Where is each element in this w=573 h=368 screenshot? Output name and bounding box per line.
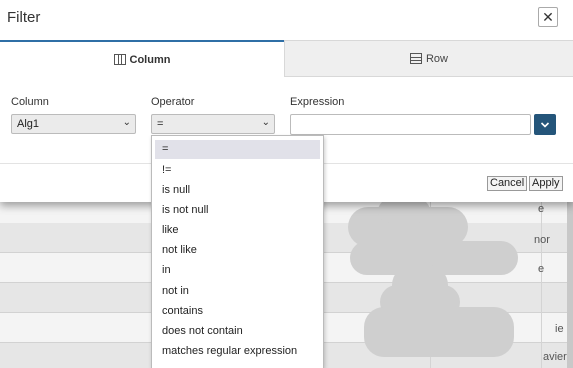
operator-dropdown-list: = != is null is not null like not like i… xyxy=(151,135,324,368)
operator-option-not-like[interactable]: not like xyxy=(155,241,320,260)
operator-option-not-in[interactable]: not in xyxy=(155,282,320,301)
close-icon: ✕ xyxy=(542,8,554,25)
dialog-title: Filter xyxy=(7,9,41,26)
background-cell-text: avier xyxy=(543,351,567,363)
scrollbar[interactable] xyxy=(567,195,573,368)
columns-icon xyxy=(113,54,126,65)
operator-label: Operator xyxy=(151,96,195,108)
operator-select-value: = xyxy=(157,118,164,130)
tab-row[interactable]: Row xyxy=(284,40,573,77)
operator-option-matches-regex[interactable]: matches regular expression xyxy=(155,342,320,361)
operator-select[interactable]: = ⌄ xyxy=(151,114,275,134)
background-cell-text: e xyxy=(538,263,545,275)
close-button[interactable]: ✕ xyxy=(538,7,558,27)
expression-options-button[interactable] xyxy=(534,114,556,135)
operator-option-is-not-null[interactable]: is not null xyxy=(155,201,320,220)
operator-option-does-not-contain[interactable]: does not contain xyxy=(155,322,320,341)
background-cell-text: nor xyxy=(534,234,550,246)
apply-button[interactable]: Apply xyxy=(529,176,563,191)
operator-option-not-equals[interactable]: != xyxy=(155,161,320,180)
tab-label: Column xyxy=(129,53,171,66)
column-select-value: Alg1 xyxy=(17,118,40,130)
background-cell-text: e xyxy=(538,203,545,215)
rows-icon xyxy=(409,53,422,64)
operator-option-equals[interactable]: = xyxy=(155,140,320,159)
operator-option-contains[interactable]: contains xyxy=(155,302,320,321)
chevron-down-icon xyxy=(540,121,550,128)
column-label: Column xyxy=(11,96,49,108)
column-divider xyxy=(541,195,542,368)
redaction-blob xyxy=(364,307,514,357)
expression-label: Expression xyxy=(290,96,345,108)
cancel-button[interactable]: Cancel xyxy=(487,176,528,191)
column-select[interactable]: Alg1 ⌄ xyxy=(11,114,136,134)
tab-label: Row xyxy=(425,52,448,65)
operator-option-is-null[interactable]: is null xyxy=(155,181,320,200)
background-cell-text: ie xyxy=(555,323,564,335)
tab-bar: Column Row xyxy=(0,40,573,77)
redaction-blob xyxy=(378,199,430,223)
chevron-down-icon: ⌄ xyxy=(122,117,131,128)
operator-option-in[interactable]: in xyxy=(155,261,320,280)
chevron-down-icon: ⌄ xyxy=(261,117,270,128)
operator-option-like[interactable]: like xyxy=(155,221,320,240)
expression-input[interactable] xyxy=(290,114,531,135)
tab-column[interactable]: Column xyxy=(0,40,284,77)
